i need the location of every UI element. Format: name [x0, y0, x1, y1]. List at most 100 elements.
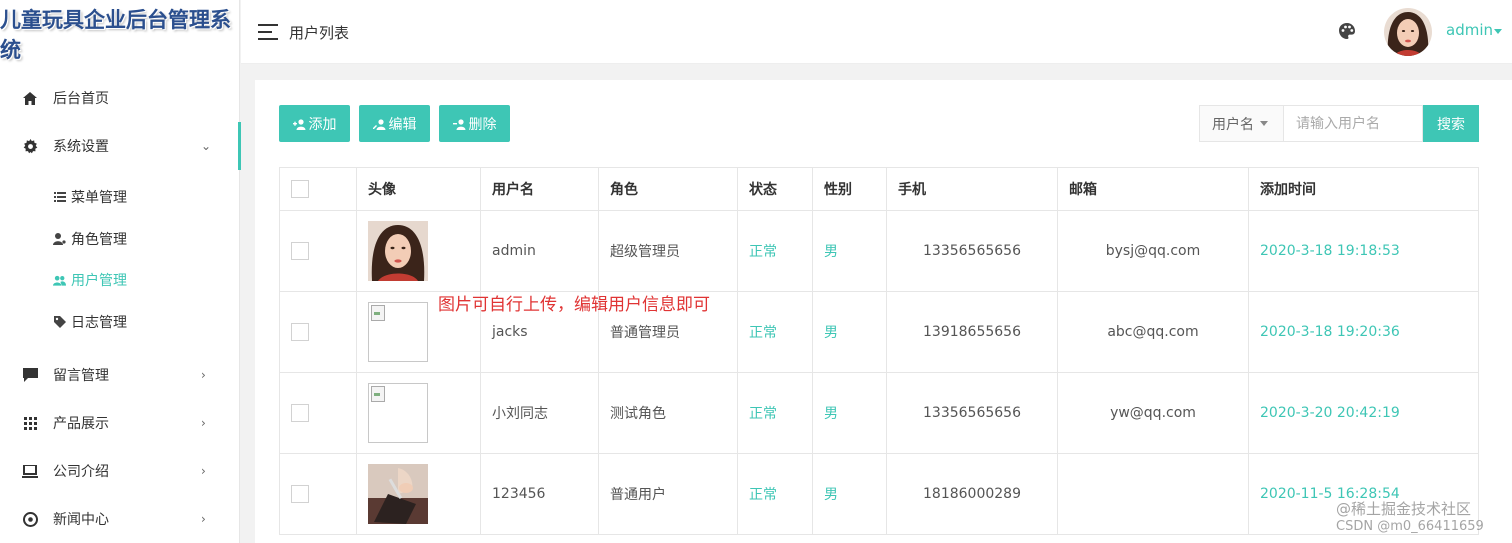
sidebar-item-products[interactable]: 产品展示 › [0, 399, 240, 447]
cell-gender: 男 [812, 372, 887, 454]
cell-email: bysj@qq.com [1057, 210, 1249, 292]
sidebar-item-label: 产品展示 [53, 416, 109, 432]
row-checkbox[interactable] [291, 323, 309, 341]
sidebar-subitem-user-manage[interactable]: 用户管理 [0, 260, 240, 300]
home-icon [22, 90, 38, 106]
add-button[interactable]: 添加 [279, 105, 350, 142]
delete-button[interactable]: 删除 [439, 105, 510, 142]
search-field-select-value: 用户名 [1212, 116, 1254, 133]
cell-added-time: 2020-3-20 20:42:19 [1248, 372, 1479, 454]
column-header: 用户名 [480, 167, 599, 211]
row-select-cell [279, 372, 357, 454]
cell-phone: 18186000289 [886, 453, 1058, 535]
search-input[interactable] [1283, 105, 1423, 142]
add-button-label: 添加 [308, 116, 337, 133]
sidebar-subitem-role-manage[interactable]: 角色管理 [0, 219, 240, 259]
sidebar-subitem-label: 角色管理 [71, 232, 127, 248]
table-row: 小刘同志 测试角色 正常 男 13356565656 yw@qq.com 202… [279, 372, 1479, 454]
app-logo-title[interactable]: 儿童玩具企业后台管理系统 [0, 0, 239, 68]
sidebar-item-label: 公司介绍 [53, 464, 109, 480]
avatar-cell [356, 372, 481, 454]
sidebar-subitem-label: 日志管理 [71, 315, 127, 331]
top-header: 用户列表 admin [241, 0, 1512, 64]
cell-status: 正常 [737, 453, 813, 535]
row-select-cell [279, 210, 357, 292]
cell-username: admin [480, 210, 599, 292]
sidebar-item-system-settings[interactable]: 系统设置 ⌄ [0, 122, 241, 170]
sidebar-item-company[interactable]: 公司介绍 › [0, 447, 240, 495]
edit-button[interactable]: 编辑 [359, 105, 430, 142]
cell-gender: 男 [812, 210, 887, 292]
cell-added-time: 2020-3-18 19:20:36 [1248, 291, 1479, 373]
search-button[interactable]: 搜索 [1423, 105, 1479, 142]
row-select-cell [279, 453, 357, 535]
column-header: 性别 [812, 167, 887, 211]
chevron-right-icon: › [201, 512, 206, 526]
chevron-down-icon: ⌄ [201, 139, 212, 153]
user-key-icon [53, 233, 66, 246]
column-header: 添加时间 [1248, 167, 1479, 211]
cell-phone: 13356565656 [886, 210, 1058, 292]
column-header: 手机 [886, 167, 1058, 211]
table-row: admin 超级管理员 正常 男 13356565656 bysj@qq.com… [279, 210, 1479, 292]
caret-down-icon [1494, 29, 1502, 34]
users-icon [53, 274, 66, 287]
cell-gender: 男 [812, 453, 887, 535]
select-all-checkbox[interactable] [291, 180, 309, 198]
row-checkbox[interactable] [291, 242, 309, 260]
laptop-icon [22, 463, 38, 479]
sidebar-item-messages[interactable]: 留言管理 › [0, 351, 240, 399]
cell-email: abc@qq.com [1057, 291, 1249, 373]
menu-toggle-icon[interactable] [258, 24, 278, 40]
sidebar-item-label: 新闻中心 [53, 512, 109, 528]
list-icon [53, 191, 66, 204]
grid-icon [22, 415, 38, 431]
news-icon [22, 511, 38, 527]
edit-button-label: 编辑 [388, 116, 417, 133]
column-header: 角色 [598, 167, 738, 211]
cell-status: 正常 [737, 291, 813, 373]
broken-image-icon [368, 302, 428, 362]
sidebar-item-label: 后台首页 [53, 91, 109, 107]
cell-role: 测试角色 [598, 372, 738, 454]
cell-username: 123456 [480, 453, 599, 535]
sidebar-subitem-label: 用户管理 [71, 273, 127, 289]
row-select-cell [279, 291, 357, 373]
user-avatar-image [368, 464, 428, 524]
avatar-cell [356, 453, 481, 535]
row-checkbox[interactable] [291, 404, 309, 422]
remove-user-icon [452, 118, 466, 130]
annotation-text: 图片可自行上传，编辑用户信息即可 [438, 295, 710, 315]
sidebar-subitem-menu-manage[interactable]: 菜单管理 [0, 177, 240, 217]
delete-button-label: 删除 [468, 116, 497, 133]
watermark-line-1: @稀土掘金技术社区 [1336, 500, 1472, 518]
palette-icon[interactable] [1338, 22, 1356, 40]
message-icon [22, 367, 38, 383]
cell-email: yw@qq.com [1057, 372, 1249, 454]
column-header: 状态 [737, 167, 813, 211]
sidebar-item-label: 系统设置 [53, 139, 109, 155]
cell-phone: 13356565656 [886, 372, 1058, 454]
cell-status: 正常 [737, 372, 813, 454]
cell-role: 超级管理员 [598, 210, 738, 292]
row-checkbox[interactable] [291, 485, 309, 503]
column-header: 邮箱 [1057, 167, 1249, 211]
add-user-icon [292, 118, 306, 130]
sidebar-subitem-log-manage[interactable]: 日志管理 [0, 302, 240, 342]
cell-email [1057, 453, 1249, 535]
tag-icon [53, 316, 66, 329]
sidebar-subitem-label: 菜单管理 [71, 190, 127, 206]
watermark-line-2: CSDN @m0_66411659 [1336, 519, 1484, 534]
cell-gender: 男 [812, 291, 887, 373]
sidebar-item-label: 留言管理 [53, 368, 109, 384]
search-field-select[interactable]: 用户名 [1199, 105, 1283, 142]
broken-image-icon [368, 383, 428, 443]
sidebar-item-home[interactable]: 后台首页 [0, 74, 240, 122]
avatar[interactable] [1384, 8, 1432, 56]
cell-status: 正常 [737, 210, 813, 292]
sidebar-item-news[interactable]: 新闻中心 › [0, 495, 240, 543]
select-all-cell [279, 167, 357, 211]
user-menu-name[interactable]: admin [1446, 21, 1493, 39]
cell-added-time: 2020-3-18 19:18:53 [1248, 210, 1479, 292]
table-row: 123456 普通用户 正常 男 18186000289 2020-11-5 1… [279, 453, 1479, 535]
